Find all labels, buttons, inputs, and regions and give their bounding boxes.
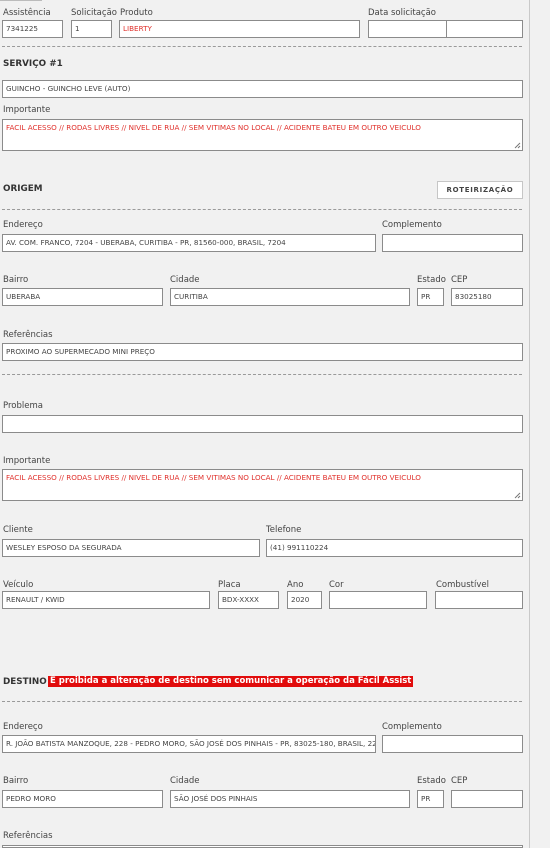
destino-cidade-label: Cidade	[170, 776, 200, 786]
problema-field[interactable]	[2, 415, 523, 433]
section-divider	[2, 374, 522, 375]
solicitacao-label: Solicitação	[71, 8, 117, 18]
destino-referencias-label: Referências	[3, 831, 53, 841]
placa-field[interactable]: BDX-XXXX	[218, 591, 279, 609]
data-solicitacao-field[interactable]	[368, 20, 447, 38]
veiculo-label: Veículo	[3, 580, 34, 590]
origem-endereco-field[interactable]: AV. COM. FRANCO, 7204 - UBERABA, CURITIB…	[2, 234, 376, 252]
destino-complemento-label: Complemento	[382, 722, 442, 732]
origem-bairro-field[interactable]: UBERABA	[2, 288, 163, 306]
detalhes-importante-text: FACIL ACESSO // RODAS LIVRES // NIVEL DE…	[6, 473, 421, 482]
origem-cep-label: CEP	[451, 275, 468, 285]
origem-referencias-field[interactable]: PROXIMO AO SUPERMECADO MINI PREÇO	[2, 343, 523, 361]
telefone-field[interactable]: (41) 991110224	[266, 539, 523, 557]
placa-label: Placa	[218, 580, 241, 590]
cor-label: Cor	[329, 580, 344, 590]
destino-cidade-field[interactable]: SÃO JOSÉ DOS PINHAIS	[170, 790, 410, 808]
detalhes-importante-label: Importante	[3, 456, 51, 466]
destino-endereco-label: Endereço	[3, 722, 43, 732]
origem-cep-field[interactable]: 83025180	[451, 288, 523, 306]
destino-estado-label: Estado	[417, 776, 446, 786]
top-edge-line	[0, 0, 42, 1]
assistencia-field[interactable]: 7341225	[2, 20, 63, 38]
origem-referencias-label: Referências	[3, 330, 53, 340]
origem-title: ORIGEM	[3, 184, 43, 194]
servico-importante-label: Importante	[3, 105, 51, 115]
servico-field[interactable]: GUINCHO - GUINCHO LEVE (AUTO)	[2, 80, 523, 98]
problema-label: Problema	[3, 401, 43, 411]
section-divider	[2, 46, 522, 47]
hora-solicitacao-field[interactable]	[446, 20, 523, 38]
telefone-label: Telefone	[266, 525, 302, 535]
destino-warning-badge: É proibida a alteração de destino sem co…	[48, 676, 414, 687]
destino-cep-label: CEP	[451, 776, 468, 786]
destino-complemento-field[interactable]	[382, 735, 523, 753]
origem-cidade-field[interactable]: CURITIBA	[170, 288, 410, 306]
origem-estado-field[interactable]: PR	[417, 288, 444, 306]
servico-importante-textarea[interactable]: FACIL ACESSO // RODAS LIVRES // NIVEL DE…	[2, 119, 523, 151]
cliente-label: Cliente	[3, 525, 33, 535]
origem-bairro-label: Bairro	[3, 275, 29, 285]
destino-cep-field[interactable]	[451, 790, 523, 808]
destino-endereco-field[interactable]: R. JOÃO BATISTA MANZOQUE, 228 - PEDRO MO…	[2, 735, 376, 753]
origem-endereco-label: Endereço	[3, 220, 43, 230]
origem-estado-label: Estado	[417, 275, 446, 285]
scrollbar-border	[529, 0, 530, 848]
combustivel-field[interactable]	[435, 591, 523, 609]
ano-field[interactable]: 2020	[287, 591, 322, 609]
servico-title: SERVIÇO #1	[3, 59, 63, 69]
resize-grip-icon[interactable]	[513, 491, 521, 499]
assistencia-label: Assistência	[3, 8, 51, 18]
produto-field[interactable]: LIBERTY	[119, 20, 360, 38]
produto-label: Produto	[120, 8, 153, 18]
cor-field[interactable]	[329, 591, 427, 609]
section-divider	[2, 209, 522, 210]
detalhes-importante-textarea[interactable]: FACIL ACESSO // RODAS LIVRES // NIVEL DE…	[2, 469, 523, 501]
cliente-field[interactable]: WESLEY ESPOSO DA SEGURADA	[2, 539, 260, 557]
ano-label: Ano	[287, 580, 304, 590]
servico-importante-text: FACIL ACESSO // RODAS LIVRES // NIVEL DE…	[6, 123, 421, 132]
destino-bairro-label: Bairro	[3, 776, 29, 786]
resize-grip-icon[interactable]	[513, 141, 521, 149]
solicitacao-field[interactable]: 1	[71, 20, 112, 38]
origem-complemento-label: Complemento	[382, 220, 442, 230]
destino-bairro-field[interactable]: PEDRO MORO	[2, 790, 163, 808]
combustivel-label: Combustível	[436, 580, 489, 590]
destino-estado-field[interactable]: PR	[417, 790, 444, 808]
veiculo-field[interactable]: RENAULT / KWID	[2, 591, 210, 609]
destino-title: DESTINO	[3, 677, 47, 687]
roteirizacao-button[interactable]: ROTEIRIZAÇÃO	[437, 181, 523, 199]
origem-complemento-field[interactable]	[382, 234, 523, 252]
origem-cidade-label: Cidade	[170, 275, 200, 285]
data-solicitacao-label: Data solicitação	[368, 8, 437, 18]
section-divider	[2, 701, 522, 702]
